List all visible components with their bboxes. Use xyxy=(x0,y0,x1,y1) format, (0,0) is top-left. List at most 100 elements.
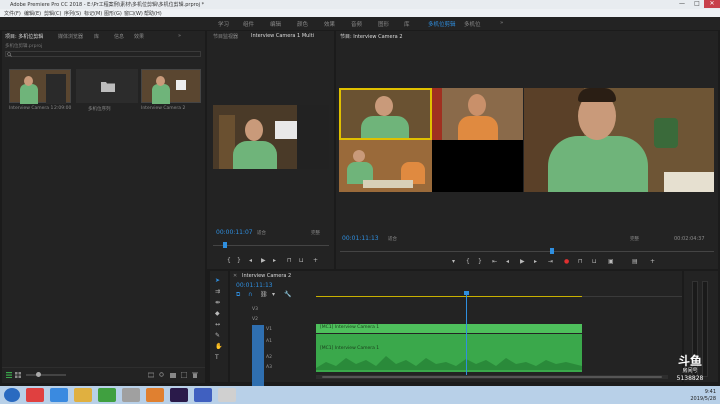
workspace-multicam-edit[interactable]: 多机位剪辑 xyxy=(428,20,456,28)
find-icon[interactable] xyxy=(159,372,165,378)
tab-source-sequence[interactable]: Interview Camera 1 Multi xyxy=(251,33,314,39)
menu-graphics[interactable]: 图形(G) xyxy=(104,10,122,17)
workspace-effects[interactable]: 效果 xyxy=(324,20,335,28)
timeline-scrollbar[interactable] xyxy=(316,375,668,379)
multicam-angle-1[interactable] xyxy=(339,88,432,140)
tab-program-monitor[interactable]: 节目监视器 xyxy=(213,33,238,40)
menu-window[interactable]: 窗口(W) xyxy=(124,10,143,17)
zoom-slider[interactable] xyxy=(26,372,66,377)
close-button[interactable]: ✕ xyxy=(704,0,720,8)
tab-libraries[interactable]: 库 xyxy=(94,33,99,40)
go-to-out-icon[interactable]: ⇥ xyxy=(548,258,553,265)
timeline-playhead[interactable] xyxy=(464,291,469,377)
program-scale-dropdown[interactable]: 完整 xyxy=(630,236,639,242)
settings-icon[interactable]: + xyxy=(650,258,655,265)
taskbar-app-icon[interactable] xyxy=(26,388,44,402)
program-fit-dropdown[interactable]: 适合 xyxy=(388,236,397,242)
mark-in-icon[interactable]: { xyxy=(466,258,470,265)
tab-more[interactable]: » xyxy=(178,33,181,39)
workspace-assembly[interactable]: 组件 xyxy=(243,20,254,28)
automate-sequence-icon[interactable] xyxy=(148,372,154,378)
razor-icon[interactable]: ◆ xyxy=(215,310,220,317)
menu-help[interactable]: 帮助(H) xyxy=(144,10,162,17)
list-view-icon[interactable] xyxy=(6,372,12,378)
source-scale-dropdown[interactable]: 完整 xyxy=(311,230,320,236)
wrench-icon[interactable]: 🔧 xyxy=(284,291,291,298)
slip-icon[interactable]: ↔ xyxy=(215,321,220,328)
trash-icon[interactable] xyxy=(192,372,198,378)
pen-icon[interactable]: ✎ xyxy=(215,332,220,339)
menu-edit[interactable]: 编辑(E) xyxy=(24,10,41,17)
work-area-bar[interactable] xyxy=(316,296,582,297)
tab-sequence[interactable]: Interview Camera 2 xyxy=(242,273,291,279)
source-playhead[interactable] xyxy=(223,242,227,248)
taskbar-app-icon[interactable] xyxy=(146,388,164,402)
mark-out-icon[interactable]: } xyxy=(478,258,482,265)
track-header-a2[interactable]: A2 xyxy=(266,355,272,360)
scrollbar-thumb[interactable] xyxy=(322,376,662,378)
taskbar-app-icon[interactable] xyxy=(194,388,212,402)
icon-view-icon[interactable] xyxy=(15,372,21,378)
start-button[interactable] xyxy=(4,388,20,402)
project-item-camera1[interactable] xyxy=(9,69,71,104)
minimize-button[interactable]: — xyxy=(674,0,690,8)
step-back-icon[interactable]: ◂ xyxy=(249,257,252,264)
workspace-multicam[interactable]: 多机位 xyxy=(464,20,481,28)
source-scrubber[interactable] xyxy=(213,242,329,248)
play-icon[interactable]: ▶ xyxy=(261,257,266,264)
workspace-color[interactable]: 颜色 xyxy=(297,20,308,28)
selection-tool-icon[interactable]: ➤ xyxy=(215,277,220,284)
add-marker-icon[interactable]: ▾ xyxy=(272,291,275,298)
taskbar-app-icon[interactable] xyxy=(218,388,236,402)
menu-file[interactable]: 文件(F) xyxy=(4,10,21,17)
source-fit-dropdown[interactable]: 适合 xyxy=(257,230,266,236)
project-item-camera2[interactable] xyxy=(141,69,201,104)
workspace-graphics[interactable]: 图形 xyxy=(378,20,389,28)
mark-in-icon[interactable]: { xyxy=(227,257,231,264)
extract-icon[interactable]: ⊔ xyxy=(592,258,597,265)
project-search-input[interactable] xyxy=(5,51,201,57)
ripple-edit-icon[interactable]: ⇹ xyxy=(215,299,220,306)
export-frame-icon[interactable]: ▣ xyxy=(608,258,614,265)
play-icon[interactable]: ▶ xyxy=(520,258,525,265)
workspace-more[interactable]: » xyxy=(500,20,503,26)
workspace-libraries[interactable]: 库 xyxy=(404,20,410,28)
taskbar-premiere-icon[interactable] xyxy=(170,388,188,402)
taskbar-app-icon[interactable] xyxy=(74,388,92,402)
hand-icon[interactable]: ✋ xyxy=(215,343,222,350)
tab-info[interactable]: 信息 xyxy=(114,33,124,40)
tab-program[interactable]: 节目: Interview Camera 2 xyxy=(340,33,403,40)
taskbar-app-icon[interactable] xyxy=(98,388,116,402)
track-header-v2[interactable]: V2 xyxy=(252,317,258,322)
program-playhead[interactable] xyxy=(550,248,554,254)
track-select-icon[interactable]: ⇉ xyxy=(215,288,220,295)
multicam-angle-2[interactable] xyxy=(432,88,523,140)
add-marker-icon[interactable]: ▾ xyxy=(452,258,455,265)
new-item-icon[interactable] xyxy=(181,372,187,378)
multicam-angle-4[interactable] xyxy=(432,140,523,192)
tab-media-browser[interactable]: 媒体浏览器 xyxy=(58,33,83,40)
timeline-timecode[interactable]: 00:01:11:13 xyxy=(236,282,273,289)
insert-icon[interactable]: ⊓ xyxy=(287,257,292,264)
project-item-bin[interactable] xyxy=(76,69,138,103)
track-header-v1[interactable]: V1 xyxy=(266,327,272,332)
audio-clip-a1[interactable]: [MC1] Interview Camera 1 xyxy=(316,334,582,372)
record-icon[interactable]: ● xyxy=(564,258,569,265)
menu-clip[interactable]: 剪辑(C) xyxy=(44,10,61,17)
zoom-slider-handle[interactable] xyxy=(36,372,41,377)
close-icon[interactable]: ✕ xyxy=(233,273,237,279)
step-forward-icon[interactable]: ▸ xyxy=(273,257,276,264)
program-timecode[interactable]: 00:01:11:13 xyxy=(342,235,379,242)
lift-icon[interactable]: ⊓ xyxy=(578,258,583,265)
type-icon[interactable]: T xyxy=(215,354,219,361)
video-clip-v1[interactable]: [MC1] Interview Camera 1 xyxy=(316,324,582,333)
maximize-button[interactable]: □ xyxy=(689,0,705,8)
workspace-audio[interactable]: 音频 xyxy=(351,20,362,28)
menu-sequence[interactable]: 序列(S) xyxy=(64,10,81,17)
overwrite-icon[interactable]: ⊔ xyxy=(299,257,304,264)
multicam-angle-3[interactable] xyxy=(339,140,432,192)
step-forward-icon[interactable]: ▸ xyxy=(534,258,537,265)
playhead-handle[interactable] xyxy=(464,291,469,295)
settings-icon[interactable]: + xyxy=(313,257,318,264)
go-to-in-icon[interactable]: ⇤ xyxy=(492,258,497,265)
